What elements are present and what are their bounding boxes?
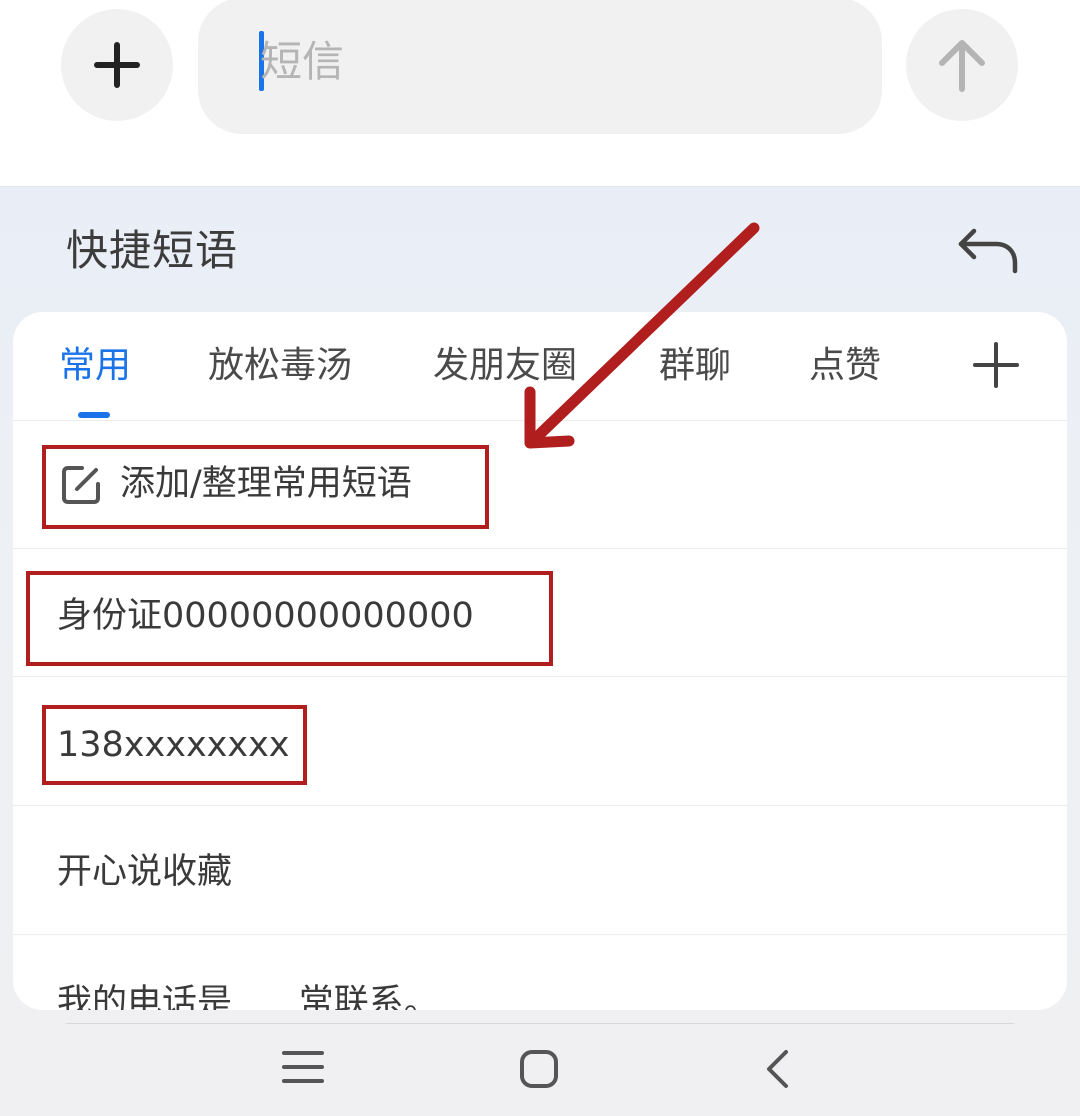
home-icon[interactable]	[519, 1049, 559, 1089]
tab-moments[interactable]: 发朋友圈	[433, 340, 577, 392]
tab-relax[interactable]: 放松毒汤	[208, 340, 352, 392]
active-tab-indicator	[78, 412, 110, 418]
message-input-placeholder: 短信	[260, 37, 345, 86]
panel-title: 快捷短语	[66, 226, 239, 275]
tab-like[interactable]: 点赞	[809, 340, 881, 392]
tab-bar: 常用 放松毒汤 发朋友圈 群聊 点赞	[13, 312, 1067, 421]
nav-divider	[66, 1023, 1014, 1024]
annotation-box	[26, 571, 553, 666]
phrase-item[interactable]: 我的电话是 常联系。	[13, 935, 1067, 1010]
plus-icon[interactable]	[973, 342, 1019, 388]
send-button[interactable]	[906, 9, 1018, 121]
menu-icon[interactable]	[281, 1049, 325, 1085]
plus-icon	[94, 42, 140, 88]
undo-icon[interactable]	[956, 225, 1020, 277]
phrase-text: 开心说收藏	[57, 852, 233, 892]
tab-group-chat[interactable]: 群聊	[659, 340, 731, 392]
attach-button[interactable]	[61, 9, 173, 121]
phrase-item[interactable]: 开心说收藏	[13, 806, 1067, 935]
tab-common[interactable]: 常用	[59, 340, 131, 392]
annotation-box	[42, 705, 307, 785]
phrase-text: 我的电话是 常联系。	[57, 983, 439, 1010]
back-icon[interactable]	[764, 1049, 790, 1089]
arrow-up-icon	[939, 40, 985, 92]
annotation-box	[42, 445, 489, 529]
message-input[interactable]: 短信	[198, 0, 882, 134]
compose-bar: 短信	[0, 0, 1080, 186]
